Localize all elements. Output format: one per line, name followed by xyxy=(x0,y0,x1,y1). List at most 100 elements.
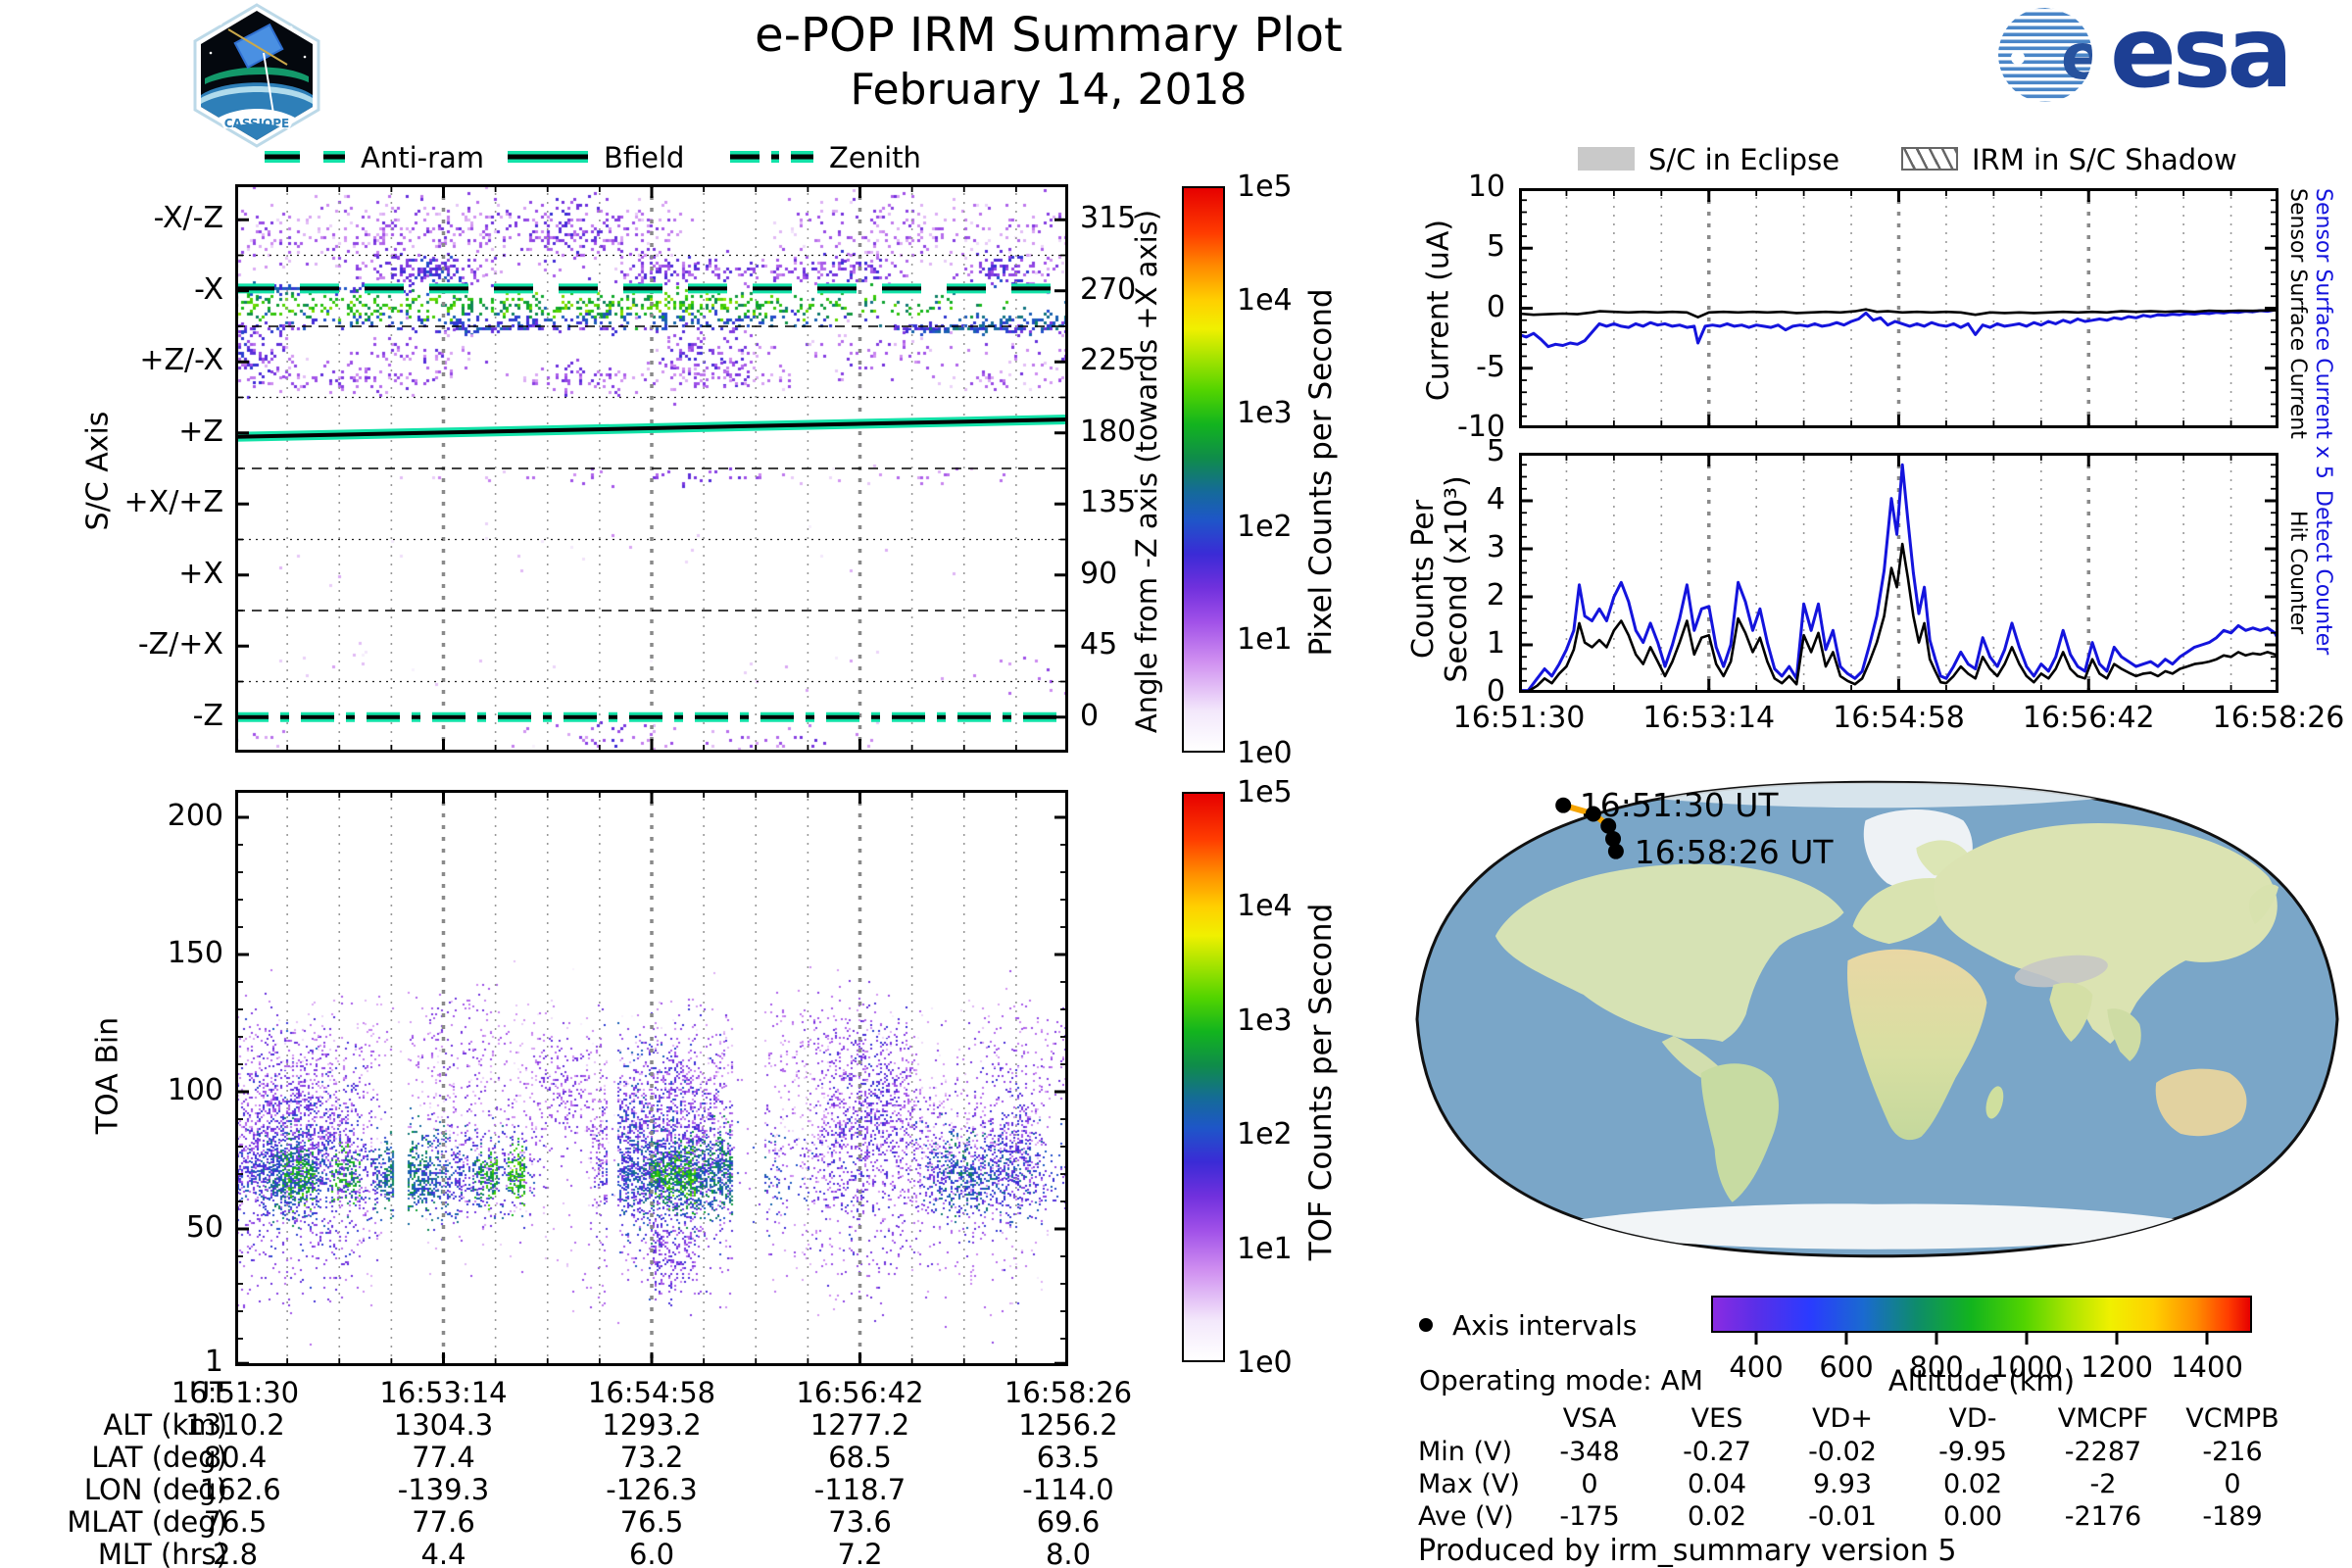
colorbar-tick-label: 1e5 xyxy=(1237,170,1293,204)
sc-axis-legend: Anti-ram Bfield Zenith xyxy=(235,137,1068,176)
epop-irm-summary-plot: CASSIOPE e-POP IRM Summary Plot February… xyxy=(0,0,2352,1568)
voltage-cell: 0 xyxy=(2224,1469,2241,1499)
colorbar-tick-label: 1e2 xyxy=(1237,509,1293,544)
voltage-row-Max (V): Max (V) xyxy=(1418,1469,1520,1499)
voltage-cell: -2 xyxy=(2089,1469,2117,1499)
track-start-time: 16:51:30 UT xyxy=(1580,786,1780,824)
time-label-16:58:26: 16:58:26 xyxy=(2212,701,2345,735)
eclipse-legend-swatch xyxy=(1578,147,1635,171)
voltage-col-VD-: VD- xyxy=(1948,1403,1997,1434)
voltage-row-Min (V): Min (V) xyxy=(1418,1437,1513,1467)
esa-logo: e esa xyxy=(1998,4,2293,106)
voltage-cell: -0.27 xyxy=(1683,1437,1751,1467)
tof-counts-colorbar-label: TOF Counts per Second xyxy=(1303,903,1339,1261)
counts-tick-2: 2 xyxy=(1486,578,1505,612)
colorbar-tick-label: 1e3 xyxy=(1237,396,1293,431)
voltage-row-Ave (V): Ave (V) xyxy=(1418,1501,1514,1532)
voltage-cell: -189 xyxy=(2202,1501,2263,1532)
colorbar-tick-label: 1e4 xyxy=(1237,889,1293,924)
info-cell: 76.5 xyxy=(619,1505,684,1539)
voltage-cell: -348 xyxy=(1559,1437,1620,1467)
legend-label-irm-shadow: IRM in S/C Shadow xyxy=(1972,143,2237,176)
voltage-cell: 0.04 xyxy=(1687,1469,1747,1499)
voltage-cell: -2176 xyxy=(2064,1501,2142,1532)
altitude-label: Altitude (km) xyxy=(1887,1364,2076,1397)
info-cell: -118.7 xyxy=(813,1473,906,1506)
voltage-col-VCMPB: VCMPB xyxy=(2185,1403,2279,1434)
info-cell: 16:54:58 xyxy=(587,1376,716,1409)
voltage-cell: -175 xyxy=(1559,1501,1620,1532)
sc-axis-category-+Z: +Z xyxy=(178,414,223,449)
voltage-cell: -216 xyxy=(2202,1437,2263,1467)
info-cell: 69.6 xyxy=(1036,1505,1101,1539)
tof-counts-colorbar xyxy=(1182,792,1225,1362)
angle-tick-90: 90 xyxy=(1080,556,1118,591)
sc-axis-category--X/-Z: -X/-Z xyxy=(153,201,223,236)
voltage-cell: 0 xyxy=(1581,1469,1598,1499)
altitude-tick-400: 400 xyxy=(1729,1350,1784,1384)
sc-axis-category--X: -X xyxy=(194,271,223,307)
voltage-cell: 0.02 xyxy=(1687,1501,1747,1532)
cassiope-patch-label: CASSIOPE xyxy=(224,117,290,130)
angle-tick-180: 180 xyxy=(1080,414,1137,449)
legend-label-bfield: Bfield xyxy=(604,141,685,174)
operating-mode: Operating mode: AM xyxy=(1419,1364,1703,1396)
info-cell: -126.3 xyxy=(606,1473,698,1506)
sensor-current-chart xyxy=(1519,188,2278,428)
sc-axis-spectrogram-overlay xyxy=(235,184,1068,753)
pixel-counts-colorbar xyxy=(1182,186,1225,753)
info-cell: 8.0 xyxy=(1045,1538,1092,1568)
time-label-16:54:58: 16:54:58 xyxy=(1833,701,1965,735)
info-cell: 80.4 xyxy=(203,1441,268,1474)
info-cell: 16:51:30 xyxy=(171,1376,300,1409)
pixel-counts-colorbar-label: Pixel Counts per Second xyxy=(1303,288,1339,657)
sc-axis-category--Z: -Z xyxy=(192,698,223,733)
info-row-label-LAT (deg): LAT (deg) xyxy=(91,1441,227,1474)
altitude-colorbar xyxy=(1711,1296,2252,1333)
colorbar-tick-label: 1e0 xyxy=(1237,1346,1293,1380)
info-cell: 2.8 xyxy=(212,1538,259,1568)
info-cell: 16:53:14 xyxy=(379,1376,508,1409)
voltage-col-VD+: VD+ xyxy=(1812,1403,1873,1434)
irm-shadow-legend-swatch xyxy=(1901,147,1958,171)
detect-counter-label: Detect Counter xyxy=(2311,490,2335,656)
ground-track-map: 16:51:30 UT 16:58:26 UT xyxy=(1415,780,2339,1258)
voltage-cell: -2287 xyxy=(2064,1437,2142,1467)
colorbar-tick-label: 1e0 xyxy=(1237,736,1293,770)
toa-tick-200: 200 xyxy=(167,799,223,833)
info-cell: -139.3 xyxy=(397,1473,490,1506)
current-tick--5: -5 xyxy=(1476,349,1505,384)
current-tick-0: 0 xyxy=(1486,289,1505,324)
info-row-label-MLAT (deg): MLAT (deg) xyxy=(67,1505,227,1539)
info-cell: 63.5 xyxy=(1036,1441,1101,1474)
esa-logo-e-glyph: e xyxy=(2061,22,2103,94)
toa-tick-50: 50 xyxy=(185,1210,223,1245)
eclipse-shadow-legend: S/C in Eclipse IRM in S/C Shadow xyxy=(1568,141,2352,180)
angle-axis-label: Angle from -Z axis (towards +X axis) xyxy=(1130,209,1163,734)
toa-tick-150: 150 xyxy=(167,936,223,970)
info-cell: 1293.2 xyxy=(602,1408,702,1442)
altitude-tick-1400: 1400 xyxy=(2171,1350,2243,1384)
info-cell: 16:56:42 xyxy=(796,1376,924,1409)
current-tick-10: 10 xyxy=(1467,170,1505,204)
axis-intervals-label: Axis intervals xyxy=(1452,1309,1638,1342)
info-cell: 76.5 xyxy=(203,1505,268,1539)
info-cell: 1304.3 xyxy=(393,1408,494,1442)
legend-label-zenith: Zenith xyxy=(829,141,921,174)
counts-tick-1: 1 xyxy=(1486,626,1505,661)
sensor-current-blue-label: Sensor Surface Current x 5 xyxy=(2311,188,2335,479)
info-cell: 6.0 xyxy=(628,1538,675,1568)
legend-label-eclipse: S/C in Eclipse xyxy=(1648,143,1840,176)
counts-tick-4: 4 xyxy=(1486,482,1505,516)
voltage-col-VES: VES xyxy=(1690,1403,1743,1434)
info-cell: 77.6 xyxy=(412,1505,475,1539)
toa-bin-ylabel: TOA Bin xyxy=(90,1016,125,1135)
angle-tick-0: 0 xyxy=(1080,698,1100,733)
altitude-colorbar-ticks xyxy=(1754,1333,2209,1345)
axis-intervals-dot xyxy=(1419,1318,1433,1332)
info-cell: 73.2 xyxy=(619,1441,684,1474)
sc-axis-category-+Z/-X: +Z/-X xyxy=(139,343,223,378)
colorbar-tick-label: 1e1 xyxy=(1237,1231,1293,1266)
sc-axis-category--Z/+X: -Z/+X xyxy=(137,627,223,662)
angle-tick-45: 45 xyxy=(1080,627,1118,662)
